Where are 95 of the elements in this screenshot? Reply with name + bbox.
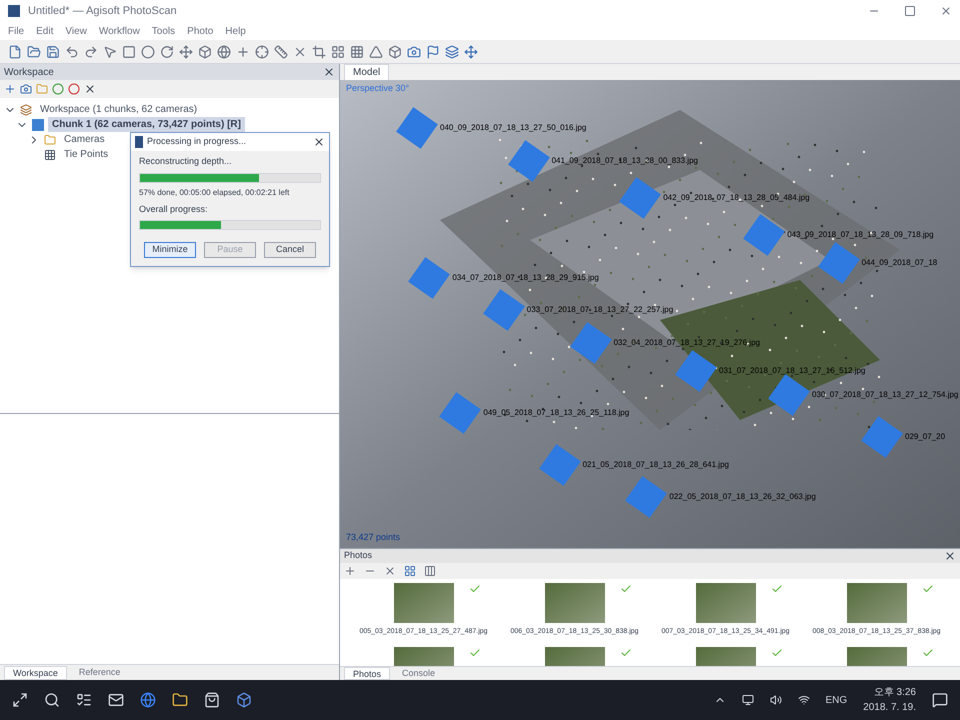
navigate-icon[interactable] <box>464 44 478 58</box>
tree-item[interactable]: Chunk 1 (62 cameras, 73,427 points) [R] <box>48 117 245 132</box>
mail-icon[interactable] <box>108 692 124 708</box>
language-indicator[interactable]: ENG <box>826 692 848 708</box>
menu-item[interactable]: Workflow <box>98 24 140 38</box>
app-icon <box>135 136 143 148</box>
box-icon[interactable] <box>388 44 402 58</box>
camera-label: 029_07_20 <box>905 430 946 443</box>
camera-label: 043_09_2018_07_18_13_28_09_718.jpg <box>787 229 934 242</box>
ruler-icon[interactable] <box>274 44 288 58</box>
menu-item[interactable]: Tools <box>152 24 176 38</box>
panel-title: Photos <box>344 549 374 562</box>
panel-tab[interactable]: Console <box>394 667 444 680</box>
delete-icon[interactable] <box>384 565 396 577</box>
close-icon[interactable] <box>313 136 325 148</box>
sphere-icon[interactable] <box>217 44 231 58</box>
camera-label: 030_07_2018_07_18_13_27_12_754.jpg <box>812 388 958 401</box>
view-label: Perspective 30° <box>346 82 410 95</box>
menu-item[interactable]: Edit <box>36 24 54 38</box>
enable-icon[interactable] <box>52 83 64 95</box>
view-tab[interactable]: Model <box>344 64 390 80</box>
app-taskbar-icon[interactable] <box>236 692 252 708</box>
tree-item[interactable]: Tie Points <box>60 147 112 162</box>
camera-label: 042_09_2018_07_18_13_28_05_484.jpg <box>663 192 810 204</box>
dense-grid-icon[interactable] <box>350 44 364 58</box>
tree-item[interactable]: Workspace (1 chunks, 62 cameras) <box>36 102 202 117</box>
columns-icon[interactable] <box>424 565 436 577</box>
tree-item[interactable]: Cameras <box>60 132 109 147</box>
redo-icon[interactable] <box>84 44 98 58</box>
menu-item[interactable]: Help <box>225 24 246 38</box>
maximize-icon[interactable] <box>904 5 916 17</box>
flag-icon[interactable] <box>426 44 440 58</box>
rotate-icon[interactable] <box>160 44 174 58</box>
remove-icon[interactable] <box>84 83 96 95</box>
panel-tab[interactable]: Workspace <box>4 666 67 680</box>
triangle-icon[interactable] <box>369 44 383 58</box>
progress-status: 57% done, 00:05:00 elapsed, 00:02:21 left <box>139 186 290 198</box>
disable-icon[interactable] <box>68 83 80 95</box>
panel-tab[interactable]: Reference <box>70 666 128 680</box>
pointer-icon[interactable] <box>103 44 117 58</box>
undo-icon[interactable] <box>65 44 79 58</box>
clock-time[interactable]: 오후 3:26 <box>874 685 916 700</box>
points-icon <box>44 148 56 160</box>
grid-view-icon[interactable] <box>404 565 416 577</box>
folder-icon[interactable] <box>172 692 188 708</box>
progress-label: Overall progress: <box>139 202 209 216</box>
camera-label: 021_05_2018_07_18_13_26_28_641.jpg <box>582 458 729 471</box>
browser-icon[interactable] <box>140 692 156 708</box>
add-icon[interactable] <box>344 565 356 577</box>
folder-icon <box>44 134 56 146</box>
layers-icon[interactable] <box>445 44 459 58</box>
window-title: Untitled* — Agisoft PhotoScan <box>28 4 177 19</box>
camera-icon[interactable] <box>407 44 421 58</box>
close-icon[interactable] <box>940 5 952 17</box>
crosshair-icon[interactable] <box>255 44 269 58</box>
camera-label: 022_05_2018_07_18_13_26_32_063.jpg <box>669 491 816 504</box>
dialog-button[interactable]: Minimize <box>144 242 196 258</box>
add-chunk-icon[interactable] <box>4 83 16 95</box>
chunk-icon <box>32 118 44 130</box>
move-icon[interactable] <box>179 44 193 58</box>
camera-label: 040_09_2018_07_18_13_27_50_016.jpg <box>440 122 586 134</box>
grid-icon[interactable] <box>331 44 345 58</box>
circle-select-icon[interactable] <box>141 44 155 58</box>
progress-label: Reconstructing depth... <box>139 155 233 168</box>
volume-icon[interactable] <box>770 694 782 706</box>
open-folder-icon[interactable] <box>27 44 41 58</box>
app-icon <box>8 5 20 17</box>
menu-item[interactable]: View <box>65 24 87 38</box>
dialog-button[interactable]: Cancel <box>264 242 316 258</box>
close-icon[interactable] <box>944 550 956 562</box>
search-icon[interactable] <box>44 692 60 708</box>
camera-label: 049_05_2018_07_18_13_26_25_118.jpg <box>483 407 630 420</box>
model-viewport[interactable] <box>340 80 960 548</box>
camera-label: 041_09_2018_07_18_13_28_00_833.jpg <box>552 154 698 167</box>
camera-label: 033_07_2018_07_18_13_27_22_257.jpg <box>526 304 674 316</box>
cube-icon[interactable] <box>198 44 212 58</box>
points-count: 73,427 points <box>346 530 400 544</box>
dialog-title: Processing in progress... <box>147 135 248 148</box>
panel-title: Workspace <box>4 66 55 80</box>
add-photos-icon[interactable] <box>20 83 32 95</box>
close-icon[interactable] <box>323 66 335 78</box>
notification-icon[interactable] <box>932 692 948 708</box>
save-icon[interactable] <box>46 44 60 58</box>
crop-icon[interactable] <box>312 44 326 58</box>
panel-tab[interactable]: Photos <box>344 667 390 680</box>
new-file-icon[interactable] <box>8 44 22 58</box>
plus-icon[interactable] <box>236 44 250 58</box>
camera-label: 044_09_2018_07_18 <box>862 257 938 270</box>
store-icon[interactable] <box>204 692 220 708</box>
clock-date[interactable]: 2018. 7. 19. <box>863 700 916 715</box>
menu-item[interactable]: Photo <box>187 24 214 38</box>
workspace-icon <box>20 104 32 116</box>
camera-label: 034_07_2018_07_18_13_28_29_915.jpg <box>452 272 599 284</box>
menu-item[interactable]: File <box>8 24 24 38</box>
rectangle-select-icon[interactable] <box>122 44 136 58</box>
